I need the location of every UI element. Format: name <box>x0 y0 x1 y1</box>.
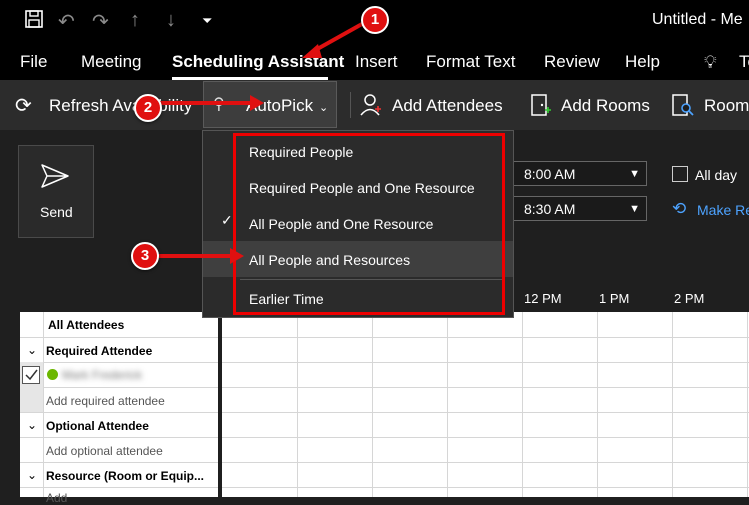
available-status-icon <box>47 369 58 380</box>
grid-column-separator <box>43 312 44 497</box>
add-attendees-button[interactable]: Add Attendees <box>392 96 503 116</box>
callout-badge-1: 1 <box>361 6 389 34</box>
collapse-icon[interactable]: ⌄ <box>27 468 37 482</box>
refresh-icon: ⟳ <box>15 95 32 117</box>
checkmark-icon: ✓ <box>221 212 233 228</box>
send-icon <box>40 163 70 194</box>
previous-item-icon[interactable]: ↑ <box>130 9 140 32</box>
customize-toolbar-icon[interactable]: ⏷ <box>202 13 212 29</box>
callout-badge-3: 3 <box>131 242 159 270</box>
room-finder-icon <box>671 93 695 122</box>
toolbar-separator <box>350 92 351 118</box>
collapse-icon[interactable]: ⌄ <box>27 343 37 357</box>
tab-meeting[interactable]: Meeting <box>81 52 141 72</box>
add-required-attendee-input[interactable]: Add required attendee <box>46 394 165 408</box>
add-optional-attendee-input[interactable]: Add optional attendee <box>46 444 163 458</box>
attendee-name[interactable]: Mark Frederick <box>62 368 142 382</box>
chevron-down-icon: ⌄ <box>319 102 329 114</box>
timeline-hour: 2 PM <box>674 291 705 306</box>
tab-file[interactable]: File <box>20 52 47 72</box>
tab-help[interactable]: Help <box>625 52 660 72</box>
add-resource-input[interactable]: Add <box>46 491 67 505</box>
dropdown-arrow-icon: ▼ <box>629 203 640 215</box>
attendee-checkbox[interactable] <box>22 366 40 384</box>
room-finder-button[interactable]: Room <box>704 96 749 116</box>
required-attendee-group: Required Attendee <box>46 344 153 358</box>
add-rooms-button[interactable]: Add Rooms <box>561 96 650 116</box>
add-attendees-icon <box>360 93 382 122</box>
add-rooms-icon <box>530 93 552 122</box>
next-item-icon[interactable]: ↓ <box>166 9 176 32</box>
dropdown-arrow-icon: ▼ <box>629 168 640 180</box>
resource-group: Resource (Room or Equip... <box>46 469 205 483</box>
undo-icon[interactable]: ↶ <box>58 9 75 34</box>
tab-scheduling-assistant[interactable]: Scheduling Assistant <box>172 52 344 72</box>
lightbulb-icon[interactable]: 💡︎ <box>704 52 717 73</box>
recurrence-icon: ⟲ <box>672 199 687 218</box>
highlight-box <box>233 133 505 315</box>
autopick-icon: ⚲ <box>213 96 225 113</box>
collapse-icon[interactable]: ⌄ <box>27 418 37 432</box>
tab-tell-me[interactable]: Te <box>739 52 749 72</box>
save-icon[interactable] <box>24 9 44 35</box>
timeline-hour: 12 PM <box>524 291 562 306</box>
end-time-select[interactable]: 8:30 AM ▼ <box>513 196 647 221</box>
redo-icon[interactable]: ↷ <box>92 9 109 34</box>
all-day-checkbox[interactable] <box>672 166 688 182</box>
all-attendees-header: All Attendees <box>48 318 125 332</box>
all-day-label: All day <box>695 167 738 183</box>
start-time-select[interactable]: 8:00 AM ▼ <box>513 161 647 186</box>
tab-format-text[interactable]: Format Text <box>426 52 515 72</box>
refresh-availability-button[interactable]: Refresh Availability <box>49 96 192 116</box>
end-time-value: 8:30 AM <box>524 201 576 217</box>
callout-badge-2: 2 <box>134 94 162 122</box>
make-recurring-link[interactable]: Make Re <box>697 202 749 218</box>
timeline-hour: 1 PM <box>599 291 630 306</box>
window-title: Untitled - Me <box>652 11 743 28</box>
optional-attendee-group: Optional Attendee <box>46 419 149 433</box>
send-label: Send <box>40 204 73 220</box>
start-time-value: 8:00 AM <box>524 166 576 182</box>
schedule-grid[interactable] <box>222 312 749 497</box>
autopick-label: AutoPick <box>246 96 314 115</box>
tab-insert[interactable]: Insert <box>355 52 398 72</box>
tab-review[interactable]: Review <box>544 52 600 72</box>
